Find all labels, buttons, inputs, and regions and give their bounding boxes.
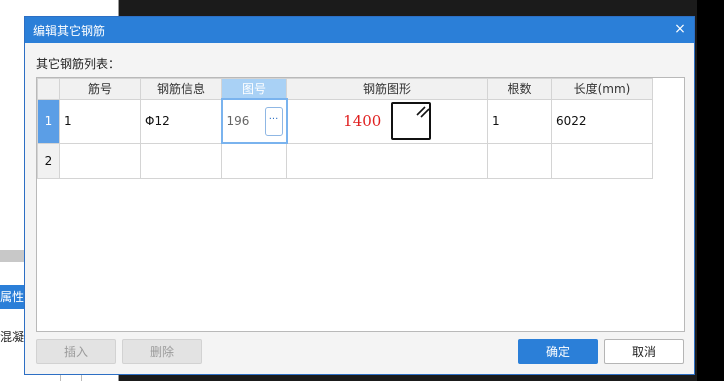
cell-bar-number[interactable]: 1 xyxy=(59,98,141,144)
rebar-grid: 筋号 钢筋信息 图号 钢筋图形 根数 长度(mm) 1 1 Φ12 196 ··… xyxy=(36,77,685,332)
cancel-button[interactable]: 取消 xyxy=(604,339,684,364)
row-header[interactable]: 1 xyxy=(37,98,60,144)
rebar-shape-figure: 1400 xyxy=(292,102,484,140)
corner-header xyxy=(37,78,60,100)
column-header-count[interactable]: 根数 xyxy=(487,78,552,100)
figure-no-value: 196 xyxy=(226,114,250,128)
cell-length[interactable]: 6022 xyxy=(551,98,653,144)
rebar-table: 筋号 钢筋信息 图号 钢筋图形 根数 长度(mm) 1 1 Φ12 196 ··… xyxy=(37,78,653,179)
ok-button[interactable]: 确定 xyxy=(518,339,598,364)
cell-rebar-info[interactable]: Φ12 xyxy=(140,98,222,144)
delete-button[interactable]: 删除 xyxy=(122,339,202,364)
table-row: 2 xyxy=(37,142,653,179)
cell-figure-no[interactable]: 196 ··· xyxy=(220,98,288,144)
rebar-list-label: 其它钢筋列表： xyxy=(36,57,121,71)
edit-other-rebar-dialog: 编辑其它钢筋 × 其它钢筋列表： 筋号 钢筋信息 图号 钢筋图形 根数 长度(m… xyxy=(24,16,695,375)
cell-rebar-shape[interactable]: 1400 xyxy=(286,98,488,144)
cell-count[interactable] xyxy=(487,142,552,179)
cell-figure-no[interactable] xyxy=(221,142,287,179)
cell-rebar-info[interactable] xyxy=(140,142,222,179)
column-header-length[interactable]: 长度(mm) xyxy=(551,78,653,100)
shape-dimension-value: 1400 xyxy=(343,112,382,130)
rebar-shape-icon xyxy=(391,102,432,140)
background-dark-strip xyxy=(697,0,724,381)
insert-button[interactable]: 插入 xyxy=(36,339,116,364)
background-property-header: 属性值 xyxy=(0,285,24,309)
background-grey-row xyxy=(0,250,24,262)
dialog-titlebar: 编辑其它钢筋 × xyxy=(25,17,694,43)
cell-length[interactable] xyxy=(551,142,653,179)
cell-bar-number[interactable] xyxy=(59,142,141,179)
column-header-figure-no[interactable]: 图号 xyxy=(221,78,287,100)
figure-picker-button[interactable]: ··· xyxy=(264,107,283,136)
table-row: 1 1 Φ12 196 ··· 1400 1 6022 xyxy=(37,98,653,144)
row-header[interactable]: 2 xyxy=(37,142,60,179)
cell-count[interactable]: 1 xyxy=(487,98,552,144)
dialog-title: 编辑其它钢筋 xyxy=(33,23,106,38)
column-header-bar-number[interactable]: 筋号 xyxy=(59,78,141,100)
column-header-rebar-info[interactable]: 钢筋信息 xyxy=(140,78,222,100)
column-header-rebar-shape[interactable]: 钢筋图形 xyxy=(286,78,488,100)
background-cell-text: 混凝土泵) xyxy=(0,330,24,344)
close-icon[interactable]: × xyxy=(672,21,688,37)
table-header-row: 筋号 钢筋信息 图号 钢筋图形 根数 长度(mm) xyxy=(37,78,653,100)
cell-rebar-shape[interactable] xyxy=(286,142,488,179)
